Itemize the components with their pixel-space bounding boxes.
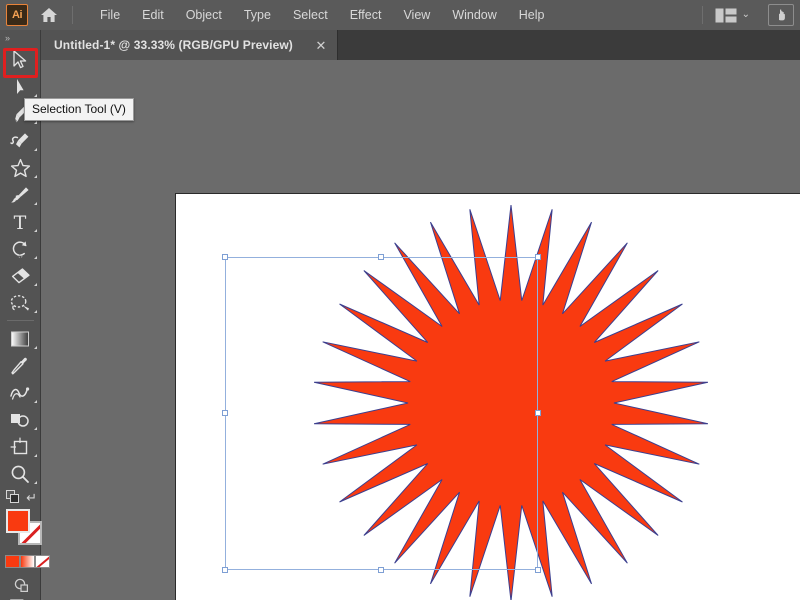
rotate-icon <box>12 240 26 258</box>
tool-zoom-tool[interactable] <box>0 460 41 487</box>
swap-fill-stroke-icon[interactable]: ↵ <box>26 491 37 504</box>
tool-flyout-indicator <box>33 346 37 349</box>
tool-blend-tool[interactable] <box>0 379 41 406</box>
tool-gradient-tool[interactable] <box>0 325 41 352</box>
blend-icon <box>10 386 30 400</box>
tool-rotate-tool[interactable] <box>0 235 41 262</box>
type-icon: T <box>14 212 27 232</box>
tool-paintbrush-tool[interactable] <box>0 181 41 208</box>
selection-handle-bottom-left[interactable] <box>221 566 228 573</box>
none-swatch-button[interactable] <box>35 555 50 568</box>
tool-flyout-indicator <box>33 229 37 232</box>
direct-selection-arrow-icon <box>17 78 24 94</box>
tool-flyout-indicator <box>33 148 37 151</box>
workspace-layout-icon <box>715 8 737 22</box>
menubar-right-controls: ⌄ <box>696 4 800 26</box>
menu-item-object[interactable]: Object <box>175 5 233 26</box>
tool-flyout-indicator <box>33 175 37 178</box>
tool-group-divider <box>6 320 34 321</box>
svg-text:T: T <box>14 212 27 232</box>
selection-handle-middle-left[interactable] <box>221 410 228 416</box>
menu-item-window[interactable]: Window <box>441 5 507 26</box>
touch-hand-icon <box>779 9 785 21</box>
tool-star-tool[interactable] <box>0 154 41 181</box>
menu-item-edit[interactable]: Edit <box>131 5 175 26</box>
selection-handle-middle-right[interactable] <box>534 410 541 416</box>
tool-flyout-indicator <box>33 94 37 97</box>
document-tab[interactable]: Untitled-1* @ 33.33% (RGB/GPU Preview) ✕ <box>41 30 338 60</box>
document-tab-bar: Untitled-1* @ 33.33% (RGB/GPU Preview) ✕ <box>0 30 800 60</box>
shape-builder-icon <box>11 413 29 427</box>
tool-direct-selection-tool[interactable] <box>0 73 41 100</box>
draw-mode-button[interactable] <box>13 577 29 598</box>
close-icon[interactable]: ✕ <box>315 39 327 52</box>
tool-flyout-indicator <box>33 121 37 124</box>
menu-bar: Ai File Edit Object Type Select Effect V… <box>0 0 800 30</box>
tool-flyout-indicator <box>33 256 37 259</box>
tool-selection-tool[interactable] <box>0 46 41 78</box>
quick-color-swatches <box>5 555 50 568</box>
tool-flyout-indicator <box>33 400 37 403</box>
tool-shape-builder-tool[interactable] <box>0 406 41 433</box>
touch-workspace-button[interactable] <box>768 4 794 26</box>
eyedropper-icon <box>11 357 27 374</box>
workspace-switcher-button[interactable]: ⌄ <box>709 5 756 26</box>
document-tab-title: Untitled-1* @ 33.33% (RGB/GPU Preview) <box>54 38 293 52</box>
eraser-icon <box>11 267 30 283</box>
tool-flyout-indicator <box>33 427 37 430</box>
selection-handle-top-left[interactable] <box>221 253 228 260</box>
selection-handle-top-center[interactable] <box>378 253 384 260</box>
artboard-icon <box>10 437 28 454</box>
tool-flyout-indicator <box>33 481 37 484</box>
fill-stroke-controls: ↵ <box>0 487 50 600</box>
tool-tooltip: Selection Tool (V) <box>24 98 134 121</box>
tool-eraser-tool[interactable] <box>0 262 41 289</box>
canvas-area[interactable] <box>41 60 800 600</box>
selection-handle-top-right[interactable] <box>534 253 541 260</box>
gradient-swatch-button[interactable] <box>20 555 35 568</box>
app-logo-icon: Ai <box>6 4 28 26</box>
tool-flyout-indicator <box>33 454 37 457</box>
menu-item-file[interactable]: File <box>89 5 131 26</box>
star-icon <box>10 158 30 177</box>
menu-item-view[interactable]: View <box>392 5 441 26</box>
menubar-divider <box>72 6 73 24</box>
draw-normal-icon <box>14 578 29 593</box>
tool-flyout-indicator <box>33 283 37 286</box>
tool-lasso-tool[interactable] <box>0 289 41 316</box>
selection-handle-bottom-center[interactable] <box>378 566 384 573</box>
selection-handle-bottom-right[interactable] <box>534 566 541 573</box>
zoom-magnifier-icon <box>11 465 29 483</box>
fill-swatch[interactable] <box>6 509 30 533</box>
chevron-down-icon: ⌄ <box>741 9 750 20</box>
tools-panel-collapse-icon[interactable]: » <box>0 30 40 46</box>
menubar-divider-right <box>701 6 703 24</box>
tool-eyedropper-tool[interactable] <box>0 352 41 379</box>
default-fill-stroke-icon[interactable] <box>6 490 19 503</box>
menu-item-help[interactable]: Help <box>508 5 556 26</box>
tool-curvature-tool[interactable] <box>0 127 41 154</box>
home-icon[interactable] <box>32 0 66 30</box>
curvature-pen-icon <box>9 132 28 147</box>
selection-arrow-icon <box>13 50 27 69</box>
tool-flyout-indicator <box>33 202 37 205</box>
paintbrush-icon <box>10 186 29 203</box>
lasso-icon <box>10 294 29 311</box>
artboard[interactable] <box>175 193 800 600</box>
illustrator-window: Ai File Edit Object Type Select Effect V… <box>0 0 800 600</box>
menu-item-effect[interactable]: Effect <box>339 5 393 26</box>
tool-flyout-indicator <box>33 310 37 313</box>
menu-items: File Edit Object Type Select Effect View… <box>89 5 556 26</box>
color-swatch-button[interactable] <box>5 555 20 568</box>
sunburst-star-artwork[interactable] <box>176 194 800 600</box>
menu-item-type[interactable]: Type <box>233 5 282 26</box>
tool-artboard-tool[interactable] <box>0 433 41 460</box>
gradient-icon <box>11 331 29 346</box>
menu-item-select[interactable]: Select <box>282 5 339 26</box>
tool-type-tool[interactable]: T <box>0 208 41 235</box>
